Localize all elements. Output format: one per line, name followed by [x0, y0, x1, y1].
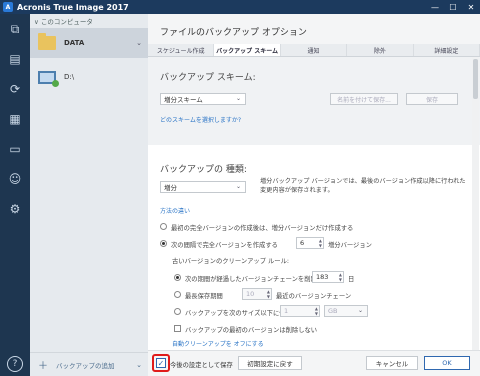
add-backup-button[interactable]: ＋ バックアップの追加 ⌄ [30, 352, 148, 376]
folder-icon [38, 33, 56, 50]
method-select-value: 増分 [164, 184, 177, 192]
backup-source-label: DATA [64, 39, 85, 47]
scheme-section: バックアップ スキーム: 増分スキーム ⌄ 名前を付けて保存... 保存 どのス… [148, 57, 480, 145]
options-panel: ファイルのバックアップ オプション スケジュール作成 バックアップ スキーム 通… [148, 14, 480, 376]
tab-backup-scheme[interactable]: バックアップ スキーム [214, 44, 281, 56]
tab-exclusions[interactable]: 除外 [347, 44, 414, 56]
auto-cleanup-off-link[interactable]: 自動クリーンアップを オフにする [172, 339, 264, 348]
full-version-value: 6 [300, 239, 305, 247]
add-backup-label: バックアップの追加 [56, 361, 115, 370]
cleanup-age-unit: 日 [348, 276, 355, 283]
cleanup-age-label: 次の期間が経過したバージョンチェーンを削除する [185, 276, 330, 283]
tab-schedule[interactable]: スケジュール作成 [148, 44, 215, 56]
spin-arrows-icon[interactable]: ▲ ▼ [339, 272, 342, 282]
save-as-default-label: 今後の設定として保存 [170, 362, 233, 369]
ok-button[interactable]: OK [424, 356, 470, 370]
tab-notifications[interactable]: 通知 [280, 44, 348, 56]
close-button[interactable]: ✕ [462, 0, 480, 14]
howto-link[interactable]: 方法の違い [160, 206, 190, 215]
cleanup-size-unit: GB [328, 307, 338, 315]
cleanup-size-label: バックアップを次のサイズ以下に保つ [185, 310, 292, 317]
method-heading: バックアップの 種類: [160, 165, 247, 175]
cleanup-size-stepper[interactable]: 1 ▲ ▼ [280, 305, 320, 317]
cleanup-count-radio[interactable] [174, 291, 181, 298]
backup-destination-label: D:\ [64, 73, 75, 81]
cleanup-age-value: 183 [316, 273, 329, 281]
spin-arrows-icon[interactable]: ▲ ▼ [267, 289, 270, 299]
keep-first-label: バックアップの最初のバージョンは削除しない [185, 327, 318, 334]
cleanup-heading: 古いバージョンのクリーンアップ ルール: [172, 258, 290, 265]
method-description: 増分バックアップ バージョンでは、最後のバージョン作成以降に行われた変更内容が保… [260, 178, 466, 194]
scheme-heading: バックアップ スキーム: [160, 73, 256, 83]
computer-icon [38, 70, 59, 87]
title-bar: A Acronis True Image 2017 — ☐ ✕ [0, 0, 480, 14]
full-version-suffix: 増分バージョン [328, 242, 372, 249]
status-ok-icon [52, 79, 59, 87]
save-as-default-checkbox[interactable]: ✓ [156, 358, 166, 368]
sidebar-header[interactable]: ∨ このコンピュータ [30, 14, 148, 28]
cleanup-count-suffix: 最近のバージョンチェーン [276, 293, 352, 300]
backup-icon[interactable]: ⧉ [0, 14, 30, 44]
backup-sidebar: ∨ このコンピュータ DATA ⌄ D:\ ＋ バックアップの追加 ⌄ [30, 14, 148, 376]
scheme-select-value: 増分スキーム [164, 96, 203, 104]
settings-icon[interactable]: ⚙ [0, 194, 30, 224]
account-icon[interactable]: ☺ [0, 164, 30, 194]
backup-destination-item[interactable]: D:\ [30, 62, 148, 92]
spin-arrows-icon[interactable]: ▲ ▼ [315, 306, 318, 316]
window-controls: — ☐ ✕ [426, 0, 480, 14]
tab-content: バックアップ スキーム: 増分スキーム ⌄ 名前を付けて保存... 保存 どのス… [148, 57, 480, 350]
plus-icon: ＋ [38, 361, 48, 372]
cleanup-size-radio[interactable] [174, 308, 181, 315]
choose-scheme-link[interactable]: どのスキームを選択しますか? [160, 115, 241, 124]
spin-arrows-icon[interactable]: ▲ ▼ [319, 238, 322, 248]
chevron-down-icon: ⌄ [357, 307, 363, 314]
delete-scheme-button[interactable]: 保存 [406, 93, 458, 105]
chevron-down-icon[interactable]: ⌄ [136, 39, 142, 47]
sync-icon[interactable]: ⟳ [0, 74, 30, 104]
dashboard-icon[interactable]: ▦ [0, 104, 30, 134]
maximize-button[interactable]: ☐ [444, 0, 462, 14]
app-title: Acronis True Image 2017 [17, 2, 129, 12]
tab-advanced[interactable]: 詳細設定 [413, 44, 480, 56]
chevron-down-icon: ⌄ [235, 183, 241, 190]
minimize-button[interactable]: — [426, 0, 444, 14]
chevron-down-icon[interactable]: ⌄ [136, 361, 142, 369]
scrollbar-thumb[interactable] [473, 59, 478, 99]
acronis-logo-icon: A [3, 2, 13, 12]
scheme-select[interactable]: 増分スキーム ⌄ [160, 93, 246, 105]
cleanup-age-stepper[interactable]: 183 ▲ ▼ [312, 271, 344, 283]
archive-icon[interactable]: ▤ [0, 44, 30, 74]
method-select[interactable]: 増分 ⌄ [160, 181, 246, 193]
incremental-only-radio[interactable] [160, 223, 167, 230]
panel-title: ファイルのバックアップ オプション [160, 28, 307, 38]
cleanup-count-stepper[interactable]: 10 ▲ ▼ [242, 288, 272, 300]
full-version-label: 次の間隔で完全バージョンを作成する [171, 242, 278, 249]
options-tabs: スケジュール作成 バックアップ スキーム 通知 除外 詳細設定 [148, 44, 480, 57]
save-as-button[interactable]: 名前を付けて保存... [330, 93, 398, 105]
cleanup-size-unit-select[interactable]: GB ⌄ [324, 305, 368, 317]
incremental-only-label: 最初の完全バージョンの作成後は、増分バージョンだけ作成する [171, 225, 354, 232]
cleanup-count-value: 10 [246, 290, 255, 298]
full-version-stepper[interactable]: 6 ▲ ▼ [296, 237, 324, 249]
cancel-button[interactable]: キャンセル [366, 356, 418, 370]
keep-first-checkbox[interactable] [174, 325, 181, 332]
scrollbar[interactable] [472, 57, 479, 350]
backup-source-item[interactable]: DATA ⌄ [30, 28, 148, 58]
reset-defaults-button[interactable]: 初期設定に戻す [238, 356, 302, 370]
devices-icon[interactable]: ▭ [0, 134, 30, 164]
main-nav: ⧉ ▤ ⟳ ▦ ▭ ☺ ⚙ ? [0, 14, 30, 376]
full-version-radio[interactable] [160, 240, 167, 247]
cleanup-age-radio[interactable] [174, 274, 181, 281]
dialog-footer: ✓ 今後の設定として保存 初期設定に戻す キャンセル OK [148, 350, 480, 376]
cleanup-size-value: 1 [284, 307, 289, 315]
help-icon[interactable]: ? [7, 356, 23, 372]
cleanup-count-label: 最長保存期間 [185, 293, 223, 300]
chevron-down-icon: ⌄ [235, 95, 241, 102]
